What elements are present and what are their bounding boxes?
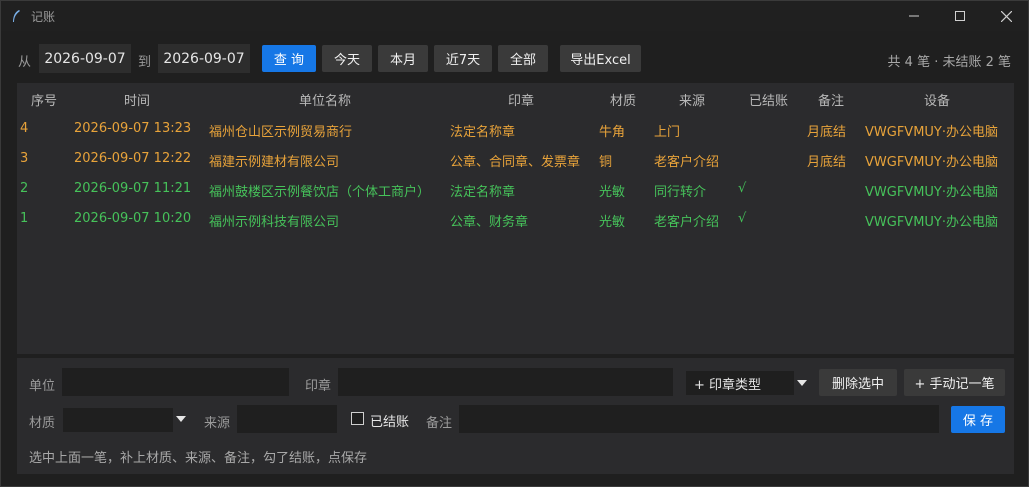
cell-device: VWGFVMUY·办公电脑 (865, 215, 998, 230)
col-header-seal: 印章 (508, 94, 535, 109)
note-label: 备注 (426, 416, 453, 431)
all-button[interactable]: 全部 (498, 45, 548, 72)
table-row[interactable]: 2 2026-09-07 11:21 福州鼓楼区示例餐饮店（个体工商户） 法定名… (17, 174, 1014, 204)
date-from-input[interactable]: 2026-09-07 (39, 44, 131, 73)
cell-source: 上门 (654, 125, 681, 140)
query-button[interactable]: 查 询 (262, 45, 316, 72)
close-button[interactable] (983, 1, 1029, 31)
col-header-time: 时间 (124, 94, 151, 109)
seal-input[interactable] (338, 368, 673, 396)
cell-material: 光敏 (599, 185, 626, 200)
material-label: 材质 (29, 416, 56, 431)
col-header-note: 备注 (818, 94, 845, 109)
cell-device: VWGFVMUY·办公电脑 (865, 155, 998, 170)
cell-company: 福州鼓楼区示例餐饮店（个体工商户） (209, 185, 431, 200)
edit-form: 单位 印章 + 印章类型 删除选中 + 手动记一笔 材质 来源 已结账 备注 保… (17, 358, 1014, 474)
chevron-down-icon[interactable] (176, 416, 186, 422)
chevron-down-icon[interactable] (797, 380, 807, 386)
cell-settled: √ (738, 181, 747, 196)
table-row[interactable]: 4 2026-09-07 13:23 福州仓山区示例贸易商行 法定名称章 牛角 … (17, 114, 1014, 144)
minimize-button[interactable] (891, 1, 937, 31)
material-select[interactable] (63, 408, 173, 432)
cell-id: 2 (20, 181, 29, 196)
save-button[interactable]: 保 存 (951, 406, 1005, 433)
cell-settled: √ (738, 211, 747, 226)
cell-id: 4 (20, 121, 29, 136)
cell-material: 铜 (599, 155, 613, 170)
help-hint: 选中上面一笔，补上材质、来源、备注，勾了结账，点保存 (29, 451, 368, 466)
cell-device: VWGFVMUY·办公电脑 (865, 125, 998, 140)
cell-source: 老客户介绍 (654, 155, 720, 170)
cell-company: 福州仓山区示例贸易商行 (209, 125, 353, 140)
table-row[interactable]: 3 2026-09-07 12:22 福建示例建材有限公司 公章、合同章、发票章… (17, 144, 1014, 174)
cell-note: 月底结 (807, 125, 847, 140)
this-month-button[interactable]: 本月 (378, 45, 428, 72)
records-table: 序号 时间 单位名称 印章 材质 来源 已结账 备注 设备 4 2026-09-… (17, 83, 1014, 354)
export-excel-button[interactable]: 导出Excel (560, 45, 641, 72)
manual-entry-button[interactable]: + 手动记一笔 (904, 369, 1005, 396)
col-header-source: 来源 (679, 94, 706, 109)
col-header-device: 设备 (924, 94, 951, 109)
record-summary: 共 4 笔 · 未结账 2 笔 (887, 55, 1011, 70)
date-to-input[interactable]: 2026-09-07 (158, 44, 250, 73)
seal-type-value: + 印章类型 (694, 377, 762, 393)
cell-id: 1 (20, 211, 29, 226)
col-header-settled: 已结账 (749, 94, 789, 109)
cell-time: 2026-09-07 11:21 (74, 181, 192, 196)
seal-type-select[interactable]: + 印章类型 (686, 371, 794, 395)
today-button[interactable]: 今天 (322, 45, 372, 72)
cell-source: 同行转介 (654, 185, 707, 200)
company-label: 单位 (29, 379, 56, 394)
cell-seal: 法定名称章 (450, 185, 516, 200)
col-header-id: 序号 (31, 94, 58, 109)
cell-company: 福建示例建材有限公司 (209, 155, 340, 170)
cell-seal: 公章、财务章 (450, 215, 529, 230)
table-row[interactable]: 1 2026-09-07 10:20 福州示例科技有限公司 公章、财务章 光敏 … (17, 204, 1014, 234)
source-label: 来源 (204, 416, 231, 431)
minimize-icon (909, 15, 919, 17)
cell-time: 2026-09-07 12:22 (74, 151, 192, 166)
settled-checkbox[interactable] (351, 412, 364, 425)
app-window: 记账 从 2026-09-07 到 2026-09-07 查 询 今天 本月 近… (0, 0, 1029, 487)
feather-icon (13, 10, 20, 22)
cell-material: 牛角 (599, 125, 626, 140)
col-header-material: 材质 (610, 94, 637, 109)
source-input[interactable] (237, 405, 337, 433)
maximize-icon (955, 11, 965, 21)
col-header-company: 单位名称 (299, 94, 352, 109)
note-input[interactable] (459, 405, 939, 433)
cell-seal: 法定名称章 (450, 125, 516, 140)
to-label: 到 (138, 55, 152, 70)
from-label: 从 (18, 55, 32, 70)
settled-label: 已结账 (370, 415, 410, 430)
cell-device: VWGFVMUY·办公电脑 (865, 185, 998, 200)
title-bar[interactable]: 记账 (1, 1, 1028, 31)
cell-material: 光敏 (599, 215, 626, 230)
cell-source: 老客户介绍 (654, 215, 720, 230)
cell-id: 3 (20, 151, 29, 166)
company-input[interactable] (62, 368, 289, 396)
window-title: 记账 (31, 10, 56, 24)
maximize-button[interactable] (937, 1, 983, 31)
seal-label: 印章 (305, 379, 332, 394)
last-7-days-button[interactable]: 近7天 (434, 45, 492, 72)
cell-time: 2026-09-07 10:20 (74, 211, 192, 226)
filter-toolbar: 从 2026-09-07 到 2026-09-07 查 询 今天 本月 近7天 … (1, 43, 1028, 75)
cell-time: 2026-09-07 13:23 (74, 121, 192, 136)
cell-seal: 公章、合同章、发票章 (450, 155, 581, 170)
cell-company: 福州示例科技有限公司 (209, 215, 340, 230)
close-icon (1000, 10, 1012, 22)
cell-note: 月底结 (807, 155, 847, 170)
delete-selected-button[interactable]: 删除选中 (819, 369, 897, 396)
